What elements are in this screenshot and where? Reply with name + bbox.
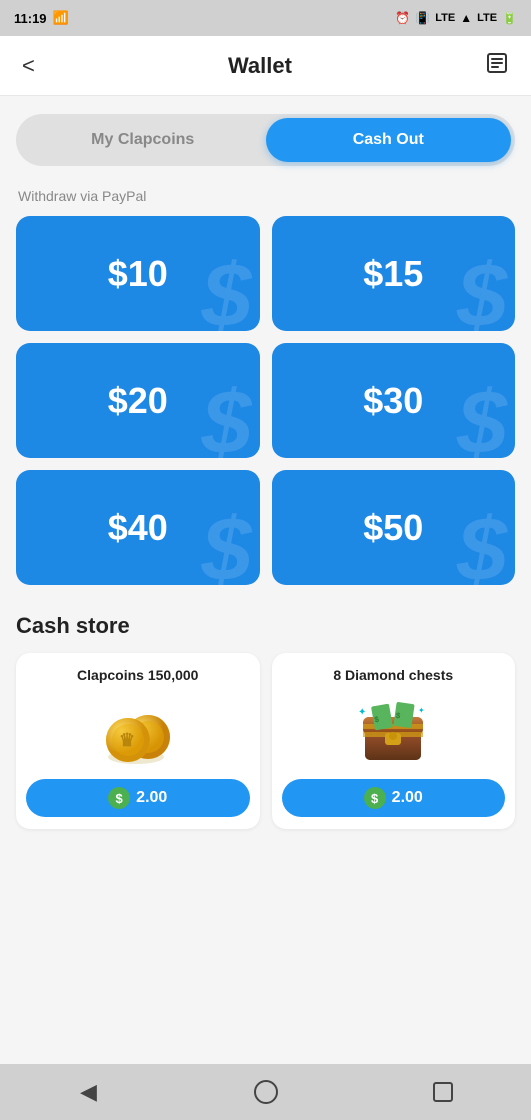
clapcoins-buy-button[interactable]: $ 2.00 — [26, 779, 250, 817]
store-card-diamond-chests: 8 Diamond chests — [272, 653, 516, 829]
recent-square-icon — [433, 1082, 453, 1102]
clapcoins-image: ♛ — [98, 695, 178, 765]
back-button[interactable]: < — [16, 47, 41, 85]
tab-my-clapcoins[interactable]: My Clapcoins — [20, 118, 266, 162]
bottom-nav: ◀ — [0, 1064, 531, 1120]
cashout-amount-20: $20 — [108, 380, 168, 422]
svg-text:♛: ♛ — [119, 730, 135, 750]
back-nav-icon: ◀ — [80, 1079, 97, 1105]
cashout-card-50[interactable]: $50 — [272, 470, 516, 585]
home-nav-button[interactable] — [241, 1072, 291, 1112]
home-circle-icon — [254, 1080, 278, 1104]
dollar-icon: $ — [108, 787, 130, 809]
cashout-card-20[interactable]: $20 — [16, 343, 260, 458]
chests-image: $ $ ✦ ✦ — [353, 695, 433, 765]
chests-price: 2.00 — [392, 789, 423, 807]
alarm-icon: ⏰ — [395, 11, 410, 25]
tab-switcher: My Clapcoins Cash Out — [16, 114, 515, 166]
status-left: 11:19 📶 — [14, 10, 69, 26]
chests-buy-button[interactable]: $ 2.00 — [282, 779, 506, 817]
cashout-grid: $10 $15 $20 $30 $40 $50 — [16, 216, 515, 585]
cashout-amount-15: $15 — [363, 253, 423, 295]
dollar-icon-2: $ — [364, 787, 386, 809]
list-icon[interactable] — [479, 45, 515, 87]
back-nav-button[interactable]: ◀ — [64, 1072, 114, 1112]
store-grid: Clapcoins 150,000 ♛ — [16, 653, 515, 829]
withdraw-label: Withdraw via PayPal — [16, 188, 515, 204]
status-time: 11:19 — [14, 11, 47, 26]
cashout-card-10[interactable]: $10 — [16, 216, 260, 331]
store-card-clapcoins-title: Clapcoins 150,000 — [77, 667, 198, 683]
svg-text:✦: ✦ — [358, 707, 366, 718]
svg-text:✦: ✦ — [418, 706, 425, 715]
cashout-card-30[interactable]: $30 — [272, 343, 516, 458]
header: < Wallet — [0, 36, 531, 96]
cashout-card-15[interactable]: $15 — [272, 216, 516, 331]
store-card-clapcoins: Clapcoins 150,000 ♛ — [16, 653, 260, 829]
lte-icon: LTE — [477, 12, 497, 24]
status-right: ⏰ 📳 LTE ▲ LTE 🔋 — [395, 11, 517, 25]
battery-icon: 🔋 — [502, 11, 517, 25]
cashout-amount-50: $50 — [363, 507, 423, 549]
cashout-amount-30: $30 — [363, 380, 423, 422]
page-title: Wallet — [228, 53, 292, 79]
store-card-chests-title: 8 Diamond chests — [333, 667, 453, 683]
vibrate-icon: 📳 — [415, 11, 430, 25]
signal-icon: ▲ — [460, 11, 472, 25]
cashout-amount-40: $40 — [108, 507, 168, 549]
recent-nav-button[interactable] — [418, 1072, 468, 1112]
cashout-card-40[interactable]: $40 — [16, 470, 260, 585]
main-content: My Clapcoins Cash Out Withdraw via PayPa… — [0, 96, 531, 1064]
tab-cash-out[interactable]: Cash Out — [266, 118, 512, 162]
clapcoins-price: 2.00 — [136, 789, 167, 807]
cashout-amount-10: $10 — [108, 253, 168, 295]
phone-icon: LTE — [435, 12, 455, 24]
cash-store-title: Cash store — [16, 613, 515, 639]
status-icon-wave: 📶 — [53, 10, 69, 26]
status-bar: 11:19 📶 ⏰ 📳 LTE ▲ LTE 🔋 — [0, 0, 531, 36]
